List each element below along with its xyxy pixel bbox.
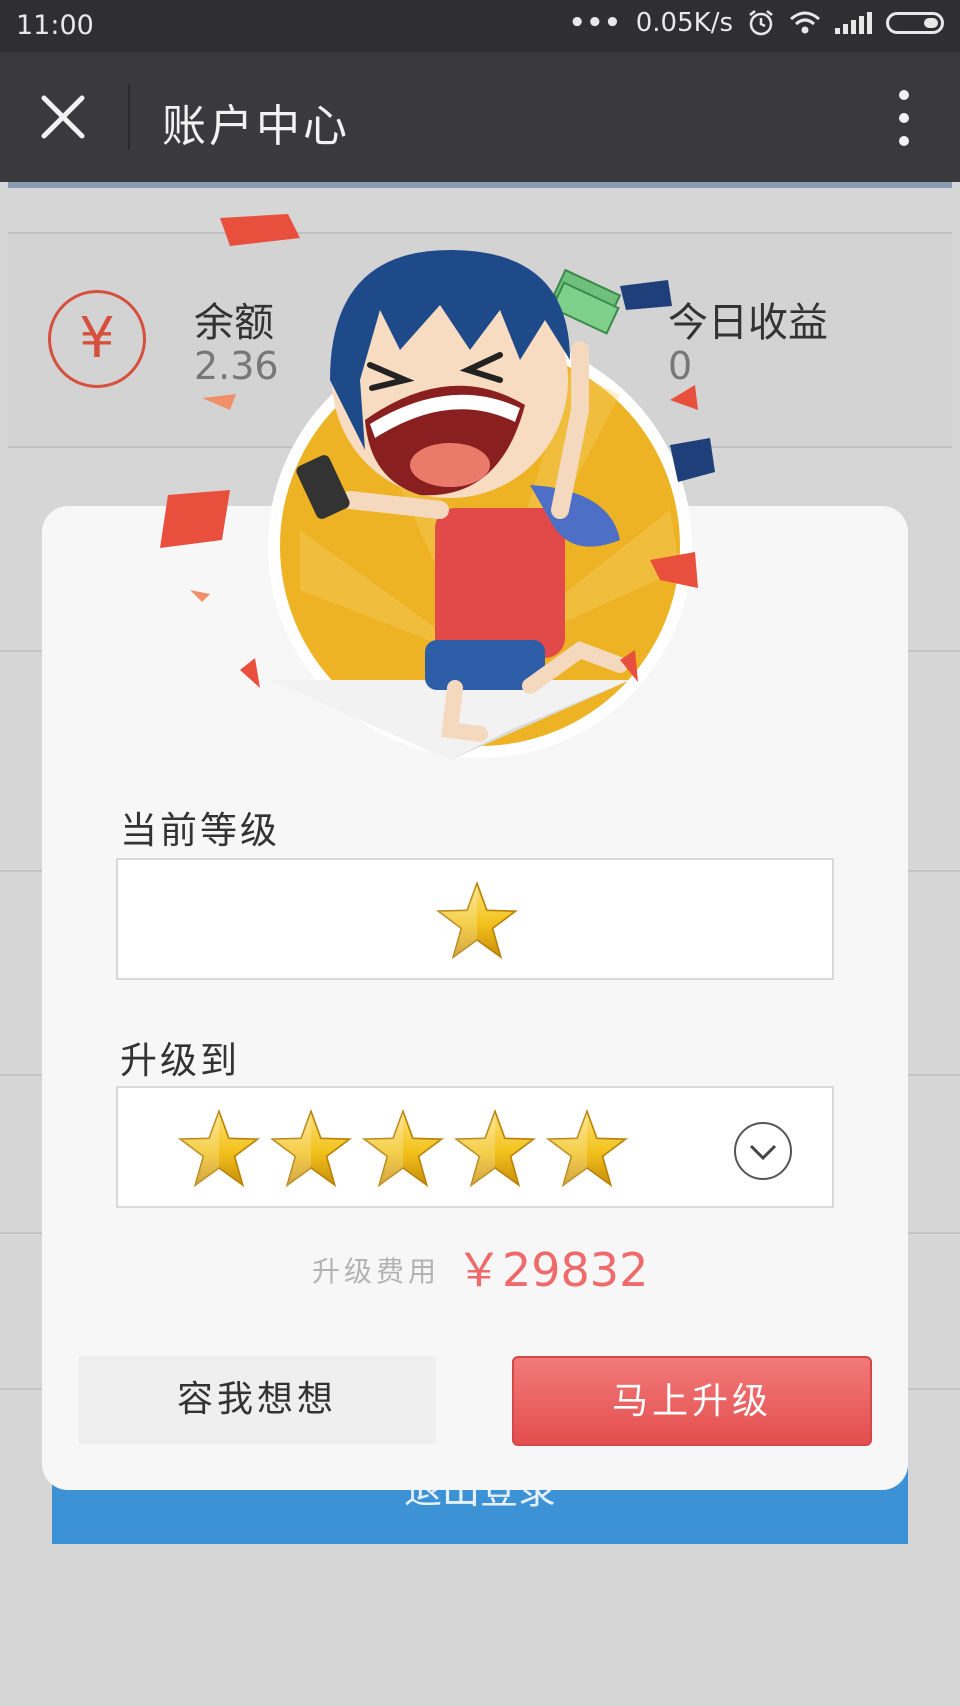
upgrade-now-button[interactable]: 马上升级 [512,1356,872,1446]
think-later-button[interactable]: 容我想想 [78,1356,436,1444]
signal-icon [835,12,872,34]
close-icon [41,95,85,139]
celebration-illustration [160,250,715,760]
wifi-icon [790,11,820,34]
star-icon [270,1108,352,1190]
upgrade-fee-value: ￥29832 [456,1243,649,1297]
current-level-label: 当前等级 [120,809,280,852]
page-title: 账户中心 [162,101,350,152]
upgrade-fee-label: 升级费用 [312,1255,441,1288]
current-level-box [116,858,834,980]
battery-icon [886,12,944,34]
confetti-decoration [202,394,236,410]
star-icon [454,1108,536,1190]
notification-dots: ••• [568,8,622,38]
status-bar: 11:00 ••• 0.05K/s [0,0,960,52]
star-icon [546,1108,628,1190]
target-level-select[interactable] [116,1086,834,1208]
title-bar: 账户中心 [0,52,960,182]
star-icon [362,1108,444,1190]
star-icon [436,880,518,962]
confetti-decoration [220,214,300,246]
confetti-decoration [620,280,672,310]
target-level-stars [178,1108,628,1190]
more-vert-icon[interactable] [898,90,910,146]
background-tab-indicator [8,182,952,188]
network-speed: 0.05K/s [635,8,733,38]
title-divider [128,84,130,150]
star-icon [178,1108,260,1190]
chevron-down-icon[interactable] [734,1122,792,1180]
close-button[interactable] [28,82,98,152]
status-time: 11:00 [16,10,94,41]
alarm-icon [749,10,773,36]
upgrade-to-label: 升级到 [120,1039,240,1082]
yen-icon: ¥ [48,290,146,388]
